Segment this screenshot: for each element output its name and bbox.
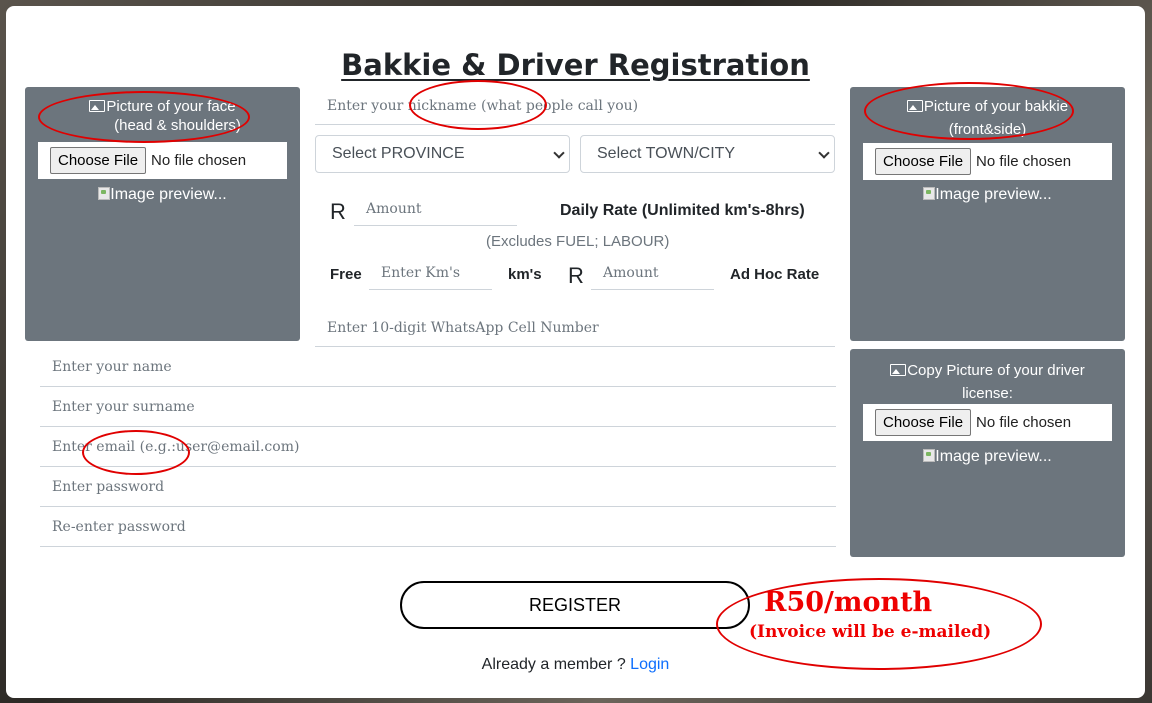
image-preview: Image preview... bbox=[935, 448, 1052, 465]
bakkie-file-input[interactable]: Choose File No file chosen bbox=[863, 143, 1112, 180]
price-label: R50/month bbox=[764, 587, 933, 618]
register-button[interactable]: REGISTER bbox=[400, 581, 750, 629]
chevron-down-icon bbox=[818, 147, 830, 159]
choose-file-button[interactable]: Choose File bbox=[875, 148, 972, 175]
whatsapp-input[interactable]: Enter 10-digit WhatsApp Cell Number bbox=[315, 309, 835, 347]
repassword-input[interactable]: Re-enter password bbox=[40, 508, 836, 547]
page-title: Bakkie & Driver Registration bbox=[341, 48, 810, 82]
daily-currency-label: R bbox=[330, 199, 346, 224]
face-label-line2: (head & shoulders) bbox=[114, 117, 241, 134]
email-input[interactable]: Enter email (e.g.:user@email.com) bbox=[40, 428, 836, 467]
nickname-input[interactable]: Enter your nickname (what people call yo… bbox=[315, 87, 835, 125]
choose-file-button[interactable]: Choose File bbox=[50, 147, 147, 174]
image-icon bbox=[890, 364, 907, 376]
surname-input[interactable]: Enter your surname bbox=[40, 388, 836, 427]
choose-file-button[interactable]: Choose File bbox=[875, 409, 972, 436]
broken-image-icon bbox=[98, 187, 111, 200]
invoice-note: (Invoice will be e-mailed) bbox=[749, 622, 992, 642]
image-icon bbox=[89, 100, 106, 112]
license-file-input[interactable]: Choose File No file chosen bbox=[863, 404, 1112, 441]
bakkie-label-line2: (front&side) bbox=[948, 121, 1027, 138]
km-unit-label: km's bbox=[508, 266, 542, 283]
image-preview: Image preview... bbox=[935, 186, 1052, 203]
license-picture-panel: Copy Picture of your driver license: Cho… bbox=[850, 349, 1125, 557]
face-picture-panel: Picture of your face (head & shoulders) … bbox=[25, 87, 300, 341]
free-km-input[interactable]: Enter Km's bbox=[369, 256, 492, 290]
town-select[interactable]: Select TOWN/CITY bbox=[580, 135, 835, 173]
face-file-input[interactable]: Choose File No file chosen bbox=[38, 142, 287, 179]
daily-rate-label: Daily Rate (Unlimited km's-8hrs) bbox=[560, 202, 805, 219]
bakkie-picture-panel: Picture of your bakkie (front&side) Choo… bbox=[850, 87, 1125, 341]
name-input[interactable]: Enter your name bbox=[40, 348, 836, 387]
image-icon bbox=[906, 100, 923, 112]
login-link[interactable]: Login bbox=[630, 656, 669, 673]
license-label-line1: Copy Picture of your driver bbox=[907, 362, 1085, 379]
no-file-text: No file chosen bbox=[151, 152, 247, 169]
adhoc-rate-label: Ad Hoc Rate bbox=[730, 266, 820, 283]
daily-amount-input[interactable]: Amount bbox=[354, 192, 517, 226]
login-prompt: Already a member ? bbox=[481, 656, 631, 673]
province-select[interactable]: Select PROVINCE bbox=[315, 135, 570, 173]
chevron-down-icon bbox=[553, 147, 565, 159]
registration-card: Bakkie & Driver Registration Picture of … bbox=[6, 6, 1145, 698]
bakkie-label-line1: Picture of your bakkie bbox=[923, 98, 1069, 115]
no-file-text: No file chosen bbox=[976, 414, 1072, 431]
adhoc-currency-label: R bbox=[568, 263, 584, 288]
license-label-line2: license: bbox=[962, 385, 1013, 402]
broken-image-icon bbox=[923, 449, 936, 462]
broken-image-icon bbox=[923, 187, 936, 200]
free-label: Free bbox=[330, 266, 362, 283]
login-row: Already a member ? Login bbox=[6, 656, 1145, 674]
image-preview: Image preview... bbox=[110, 186, 227, 203]
no-file-text: No file chosen bbox=[976, 153, 1072, 170]
face-label-line1: Picture of your face bbox=[106, 98, 236, 115]
daily-rate-note: (Excludes FUEL; LABOUR) bbox=[486, 233, 670, 250]
password-input[interactable]: Enter password bbox=[40, 468, 836, 507]
adhoc-amount-input[interactable]: Amount bbox=[591, 256, 714, 290]
